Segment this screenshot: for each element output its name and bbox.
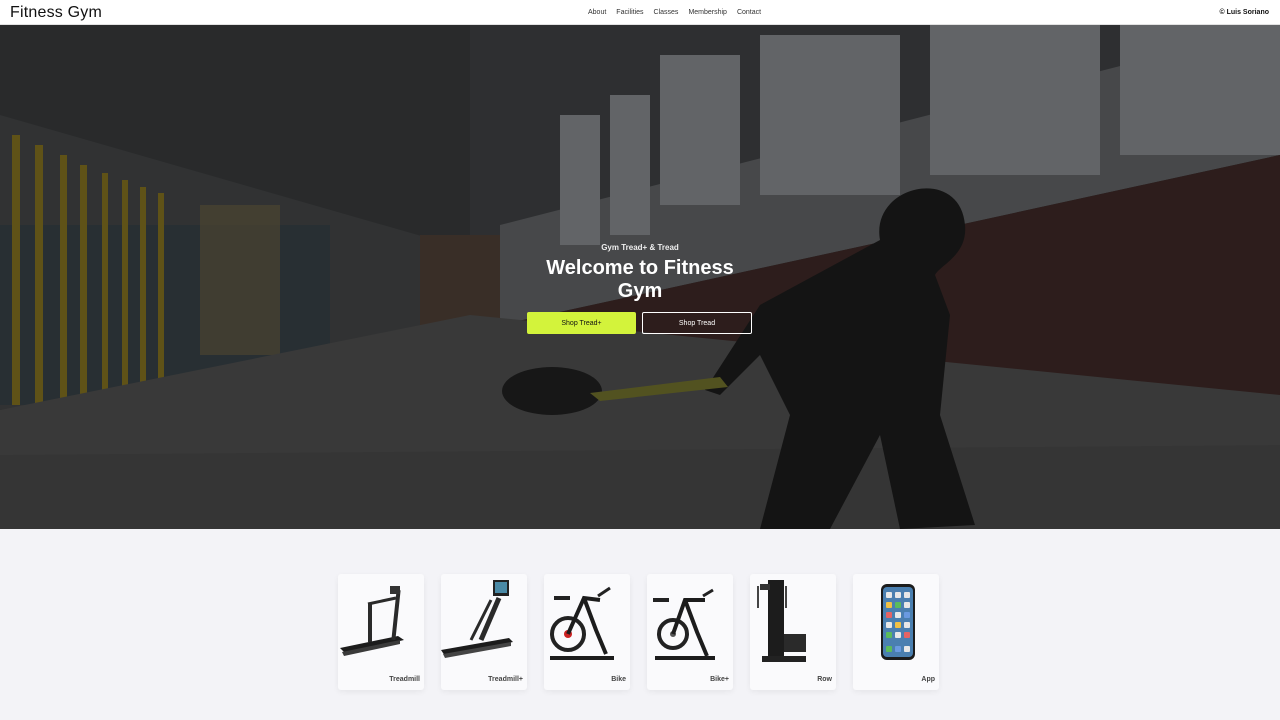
product-card-row[interactable]: Row — [750, 574, 836, 690]
site-header: Fitness Gym About Facilities Classes Mem… — [0, 0, 1280, 25]
hero-section: Gym Tread+ & Tread Welcome to Fitness Gy… — [0, 25, 1280, 529]
product-card-treadmill[interactable]: Treadmill — [338, 574, 424, 690]
product-card-bike[interactable]: Bike — [544, 574, 630, 690]
hero-buttons: Shop Tread+ Shop Tread — [527, 312, 753, 334]
shop-tread-plus-button[interactable]: Shop Tread+ — [527, 312, 636, 334]
nav-link-membership[interactable]: Membership — [688, 9, 727, 16]
product-grid: Treadmill Treadmill+ Bike Bike+ Row App — [338, 574, 939, 690]
bike-icon — [550, 586, 614, 660]
nav-link-facilities[interactable]: Facilities — [616, 9, 643, 16]
product-label: Row — [817, 676, 832, 683]
treadmill-plus-icon — [441, 580, 513, 658]
nav-link-classes[interactable]: Classes — [654, 9, 679, 16]
bike-plus-icon — [653, 588, 715, 660]
product-card-app[interactable]: App — [853, 574, 939, 690]
product-label: Bike — [611, 676, 626, 683]
hero-eyebrow: Gym Tread+ & Tread — [601, 243, 679, 252]
product-label: Bike+ — [710, 676, 729, 683]
product-card-treadmill-plus[interactable]: Treadmill+ — [441, 574, 527, 690]
phone-app-icon — [881, 584, 915, 660]
product-label: App — [921, 676, 935, 683]
product-label: Treadmill+ — [488, 676, 523, 683]
copyright-text: © Luis Soriano — [1219, 9, 1270, 16]
nav-link-contact[interactable]: Contact — [737, 9, 761, 16]
hero-content: Gym Tread+ & Tread Welcome to Fitness Gy… — [527, 243, 753, 334]
nav-link-about[interactable]: About — [588, 9, 606, 16]
product-card-bike-plus[interactable]: Bike+ — [647, 574, 733, 690]
brand-logo[interactable]: Fitness Gym — [10, 4, 102, 22]
row-machine-icon — [757, 580, 806, 662]
treadmill-icon — [340, 586, 404, 656]
main-nav: About Facilities Classes Membership Cont… — [588, 9, 761, 16]
shop-tread-button[interactable]: Shop Tread — [642, 312, 752, 334]
product-label: Treadmill — [389, 676, 420, 683]
hero-title: Welcome to Fitness Gym — [546, 257, 734, 302]
